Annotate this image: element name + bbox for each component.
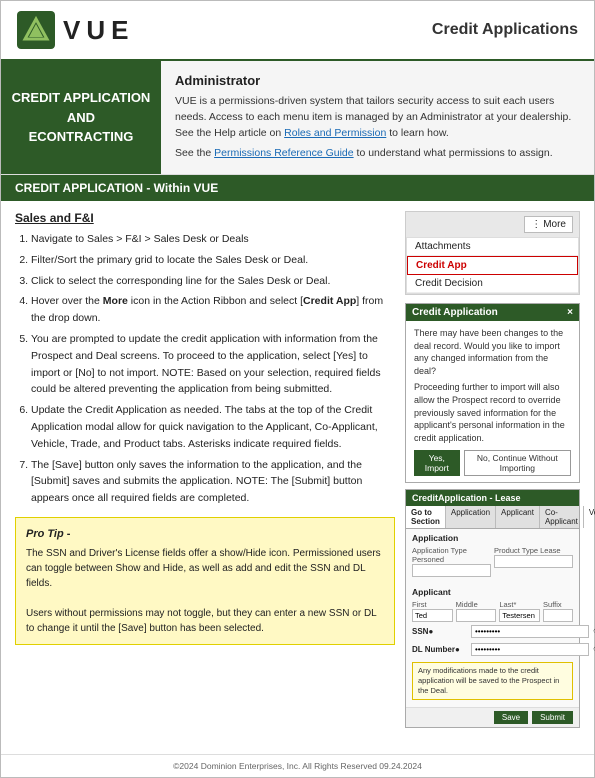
pro-tip-title: Pro Tip - [26, 526, 384, 543]
application-type-input[interactable] [412, 564, 491, 577]
submit-button[interactable]: Submit [532, 711, 573, 724]
product-type-field: Product Type Lease [494, 546, 573, 577]
admin-para1: VUE is a permissions-driven system that … [175, 94, 580, 141]
menu-item-attachments[interactable]: Attachments [407, 238, 578, 256]
credit-app-form: CreditApplication - Lease Go to Section … [405, 489, 580, 727]
form-warning: Any modifications made to the credit app… [412, 662, 573, 699]
popup-text2: Proceeding further to import will also a… [414, 381, 571, 444]
popup-body: There may have been changes to the deal … [406, 321, 579, 482]
tab-vehicle[interactable]: Vehicle [584, 506, 595, 528]
pro-tip-body2: Users without permissions may not toggle… [26, 606, 384, 636]
suffix-field: Suffix [543, 600, 573, 622]
logo-text: VUE [63, 15, 134, 46]
menu-item-credit-app[interactable]: Credit App [407, 256, 578, 275]
page-header: VUE Credit Applications [1, 1, 594, 61]
right-column: ⋮ More Attachments Credit App Credit Dec… [405, 211, 580, 734]
main-content: Sales and F&I Navigate to Sales > F&I > … [1, 201, 594, 744]
middle-name-label: Middle [456, 600, 497, 609]
more-button[interactable]: ⋮ More [524, 216, 573, 233]
menu-item-credit-decision[interactable]: Credit Decision [407, 275, 578, 293]
step-2: Filter/Sort the primary grid to locate t… [31, 252, 395, 269]
permissions-guide-link[interactable]: Permissions Reference Guide [214, 147, 353, 159]
steps-list: Navigate to Sales > F&I > Sales Desk or … [15, 231, 395, 507]
page-title: Credit Applications [432, 21, 578, 39]
credit-app-popup: Credit Application × There may have been… [405, 303, 580, 483]
step-4: Hover over the More icon in the Action R… [31, 293, 395, 327]
step-1: Navigate to Sales > F&I > Sales Desk or … [31, 231, 395, 248]
tab-co-applicant[interactable]: Co-Applicant [540, 506, 584, 528]
ssn-row: SSN● 👁 [412, 625, 595, 638]
first-name-field: First [412, 600, 453, 622]
banner-left-title: CREDIT APPLICATION AND ECONTRACTING [1, 61, 161, 174]
admin-heading: Administrator [175, 73, 580, 88]
top-banner: CREDIT APPLICATION AND ECONTRACTING Admi… [1, 61, 594, 175]
tab-application[interactable]: Application [446, 506, 496, 528]
form-application-section: Application Application Type Personed Pr… [406, 529, 579, 583]
dl-label: DL Number● [412, 645, 467, 654]
popup-header: Credit Application × [406, 304, 579, 321]
step-6: Update the Credit Application as needed.… [31, 402, 395, 452]
product-type-input[interactable] [494, 555, 573, 568]
middle-name-input[interactable] [456, 609, 497, 622]
first-name-input[interactable] [412, 609, 453, 622]
dl-input[interactable] [471, 643, 589, 656]
form-applicant-section: Applicant First Middle Last* [406, 583, 579, 706]
application-type-label: Application Type Personed [412, 546, 491, 564]
suffix-input[interactable] [543, 609, 573, 622]
form-header: CreditApplication - Lease [406, 490, 579, 506]
more-button-label: More [543, 219, 566, 230]
banner-right: Administrator VUE is a permissions-drive… [161, 61, 594, 174]
yes-import-button[interactable]: Yes, Import [414, 450, 460, 476]
middle-name-field: Middle [456, 600, 497, 622]
application-type-row: Application Type Personed Product Type L… [412, 546, 573, 577]
applicant-section-title: Applicant [412, 587, 573, 597]
last-name-label: Last* [499, 600, 540, 609]
more-menu-items: Attachments Credit App Credit Decision [406, 237, 579, 294]
step-3: Click to select the corresponding line f… [31, 273, 395, 290]
vue-logo-icon [17, 11, 55, 49]
application-type-field: Application Type Personed [412, 546, 491, 577]
roles-permission-link[interactable]: Roles and Permission [284, 127, 386, 139]
left-column: Sales and F&I Navigate to Sales > F&I > … [15, 211, 395, 734]
admin-para2: See the Permissions Reference Guide to u… [175, 146, 580, 162]
sales-fi-title: Sales and F&I [15, 211, 395, 225]
tab-applicant[interactable]: Applicant [496, 506, 540, 528]
step-7: The [Save] button only saves the informa… [31, 457, 395, 507]
step-5: You are prompted to update the credit ap… [31, 331, 395, 398]
last-name-input[interactable] [499, 609, 540, 622]
popup-title: Credit Application [412, 307, 498, 318]
more-menu-header: ⋮ More [406, 212, 579, 237]
first-name-label: First [412, 600, 453, 609]
pro-tip-box: Pro Tip - The SSN and Driver's License f… [15, 517, 395, 646]
no-import-button[interactable]: No, Continue Without Importing [464, 450, 571, 476]
logo-area: VUE [17, 11, 134, 49]
last-name-field: Last* [499, 600, 540, 622]
form-tabs: Go to Section Application Applicant Co-A… [406, 506, 579, 529]
section-header: CREDIT APPLICATION - Within VUE [1, 175, 594, 201]
popup-buttons: Yes, Import No, Continue Without Importi… [414, 450, 571, 476]
ssn-label: SSN● [412, 627, 467, 636]
dl-row: DL Number● 👁 [412, 643, 595, 656]
ssn-input[interactable] [471, 625, 589, 638]
ssn-group: SSN● 👁 [412, 625, 595, 641]
tab-go-to-section[interactable]: Go to Section [406, 506, 446, 528]
save-button[interactable]: Save [494, 711, 528, 724]
product-type-label: Product Type Lease [494, 546, 573, 555]
application-section-title: Application [412, 533, 573, 543]
dl-group: DL Number● 👁 [412, 643, 595, 659]
suffix-label: Suffix [543, 600, 573, 609]
name-row: First Middle Last* Suffix [412, 600, 573, 622]
popup-text: There may have been changes to the deal … [414, 327, 571, 377]
ssn-dl-row: SSN● 👁 [412, 625, 573, 641]
page-footer: ©2024 Dominion Enterprises, Inc. All Rig… [1, 754, 594, 777]
more-menu-screenshot: ⋮ More Attachments Credit App Credit Dec… [405, 211, 580, 295]
form-bottom-bar: Save Submit [406, 707, 579, 727]
pro-tip-body1: The SSN and Driver's License fields offe… [26, 546, 384, 591]
close-icon[interactable]: × [567, 307, 573, 318]
dl-row-container: DL Number● 👁 [412, 643, 573, 659]
more-dots-icon: ⋮ [531, 219, 541, 230]
